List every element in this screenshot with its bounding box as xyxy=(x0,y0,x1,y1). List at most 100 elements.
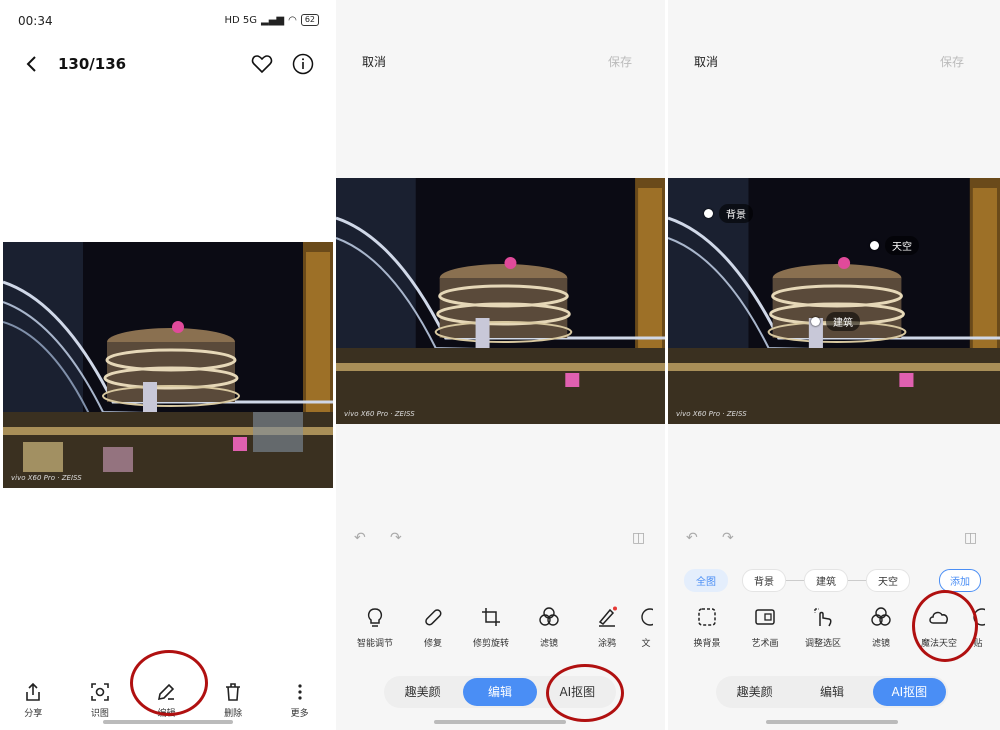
editor-panel: 取消 保存 vivo X60 Pro · ZEISS ↶ ↷ ◫ 智能调节 修复… xyxy=(336,0,665,730)
tool-doodle[interactable]: 涂鸦 xyxy=(578,600,636,649)
mode-ai-cutout[interactable]: AI抠图 xyxy=(872,678,946,706)
tool-label: 艺术画 xyxy=(751,639,779,649)
mode-edit[interactable]: 编辑 xyxy=(795,678,868,706)
chip-sky[interactable]: 天空 xyxy=(866,569,910,592)
mode-ai-cutout[interactable]: AI抠图 xyxy=(541,678,614,706)
status-time: 00:34 xyxy=(18,14,53,28)
art-frame-icon xyxy=(755,609,775,625)
gallery-viewer-panel: 00:34 HD 5G ▂▄▆ ◠ 62 130/136 vivo X60 Pr… xyxy=(0,0,333,730)
mode-edit[interactable]: 编辑 xyxy=(463,678,537,706)
night-mall-photo[interactable]: vivo X60 Pro · ZEISS xyxy=(3,242,333,488)
chip-building[interactable]: 建筑 xyxy=(804,569,848,592)
crop-rotate-icon xyxy=(482,608,500,626)
bulb-icon xyxy=(367,608,383,627)
share-label: 分享 xyxy=(24,709,43,719)
mode-beauty[interactable]: 趣美颜 xyxy=(386,678,459,706)
tool-label: 文 xyxy=(641,639,651,649)
undo-icon[interactable]: ↶ xyxy=(354,530,366,546)
brush-icon xyxy=(598,606,617,627)
battery-icon: 62 xyxy=(300,14,319,26)
tool-label: 滤镜 xyxy=(539,639,558,649)
segment-pin-building[interactable]: 建筑 xyxy=(811,312,860,331)
night-mall-photo[interactable]: vivo X60 Pro · ZEISS 背景 天空 建筑 xyxy=(668,178,1000,424)
tool-label: 换背景 xyxy=(693,639,721,649)
tool-label: 修剪旋转 xyxy=(472,639,509,649)
pin-label: 建筑 xyxy=(826,312,860,331)
pin-label: 天空 xyxy=(885,236,919,255)
tool-adjust-selection[interactable]: 调整选区 xyxy=(794,600,852,649)
night-mall-photo[interactable]: vivo X60 Pro · ZEISS xyxy=(336,178,665,424)
undo-icon[interactable]: ↶ xyxy=(686,530,698,546)
tool-label: 智能调节 xyxy=(356,639,393,649)
tool-text[interactable]: 文 xyxy=(636,600,656,649)
tool-filter[interactable]: 滤镜 xyxy=(852,600,910,649)
edit-label: 编辑 xyxy=(157,709,176,719)
camera-watermark: vivo X60 Pro · ZEISS xyxy=(11,474,82,482)
ai-cutout-panel: 取消 保存 vivo X60 Pro · ZEISS 背景 天空 建筑 ↶ ↷ … xyxy=(668,0,1000,730)
more-button[interactable]: 更多 xyxy=(275,668,325,730)
tool-repair[interactable]: 修复 xyxy=(404,600,462,649)
compare-icon[interactable]: ◫ xyxy=(632,530,645,546)
network-indicator: HD 5G xyxy=(224,14,257,26)
tool-label: 调整选区 xyxy=(804,639,841,649)
tool-sticker[interactable]: 贴 xyxy=(968,600,988,649)
camera-watermark: vivo X60 Pro · ZEISS xyxy=(676,410,747,418)
segment-pin-background[interactable]: 背景 xyxy=(704,204,753,223)
compare-icon[interactable]: ◫ xyxy=(964,530,977,546)
redo-icon[interactable]: ↷ xyxy=(722,530,734,546)
tool-filter[interactable]: 滤镜 xyxy=(520,600,578,649)
mode-switcher: 趣美颜 编辑 AI抠图 xyxy=(384,676,616,708)
trash-icon xyxy=(226,683,241,701)
photo-counter: 130/136 xyxy=(58,55,127,73)
mode-beauty[interactable]: 趣美颜 xyxy=(718,678,791,706)
pin-dot xyxy=(704,209,713,218)
pin-dot xyxy=(870,241,879,250)
filter-icon xyxy=(539,607,559,626)
redo-icon[interactable]: ↷ xyxy=(390,530,402,546)
edit-tools-row: 智能调节 修复 修剪旋转 滤镜 涂鸦 文 xyxy=(346,600,656,649)
status-icons: HD 5G ▂▄▆ ◠ 62 xyxy=(224,14,319,26)
cancel-button[interactable]: 取消 xyxy=(362,53,386,70)
pin-dot xyxy=(811,317,820,326)
cancel-button[interactable]: 取消 xyxy=(694,53,718,70)
bandage-icon xyxy=(425,609,442,626)
replace-bg-icon xyxy=(698,608,716,626)
share-button[interactable]: 分享 xyxy=(8,668,58,730)
cutout-tools-row: 换背景 艺术画 调整选区 滤镜 魔法天空 贴 xyxy=(678,600,988,649)
wifi-icon: ◠ xyxy=(288,14,297,26)
more-label: 更多 xyxy=(290,709,309,719)
chip-connector xyxy=(848,580,866,581)
filter-icon xyxy=(871,607,891,626)
home-indicator xyxy=(434,720,566,724)
tool-replace-background[interactable]: 换背景 xyxy=(678,600,736,649)
save-button[interactable]: 保存 xyxy=(940,53,964,70)
tool-crop-rotate[interactable]: 修剪旋转 xyxy=(462,600,520,649)
tool-smart-adjust[interactable]: 智能调节 xyxy=(346,600,404,649)
delete-label: 删除 xyxy=(224,709,243,719)
save-button[interactable]: 保存 xyxy=(608,53,632,70)
scan-icon xyxy=(91,683,109,701)
mode-switcher: 趣美颜 编辑 AI抠图 xyxy=(716,676,948,708)
home-indicator xyxy=(103,720,233,724)
mall-illustration xyxy=(3,242,333,488)
text-icon xyxy=(641,608,653,626)
chip-whole-image[interactable]: 全图 xyxy=(684,569,728,592)
home-indicator xyxy=(766,720,898,724)
favorite-heart-icon[interactable] xyxy=(250,52,274,80)
tool-label: 贴 xyxy=(973,639,983,649)
info-icon[interactable] xyxy=(291,52,315,80)
chip-background[interactable]: 背景 xyxy=(742,569,786,592)
sticker-icon xyxy=(973,608,985,626)
camera-watermark: vivo X60 Pro · ZEISS xyxy=(344,410,415,418)
scan-label: 识图 xyxy=(90,709,109,719)
share-icon xyxy=(26,682,41,701)
segment-chips: 全图 背景 建筑 天空 xyxy=(684,569,910,592)
adjust-selection-icon xyxy=(814,608,832,627)
chip-connector xyxy=(786,580,804,581)
pin-label: 背景 xyxy=(719,204,753,223)
segment-pin-sky[interactable]: 天空 xyxy=(870,236,919,255)
tool-magic-sky[interactable]: 魔法天空 xyxy=(910,600,968,649)
back-arrow-icon[interactable] xyxy=(22,54,42,78)
add-segment-button[interactable]: 添加 xyxy=(939,569,981,592)
tool-art-painting[interactable]: 艺术画 xyxy=(736,600,794,649)
